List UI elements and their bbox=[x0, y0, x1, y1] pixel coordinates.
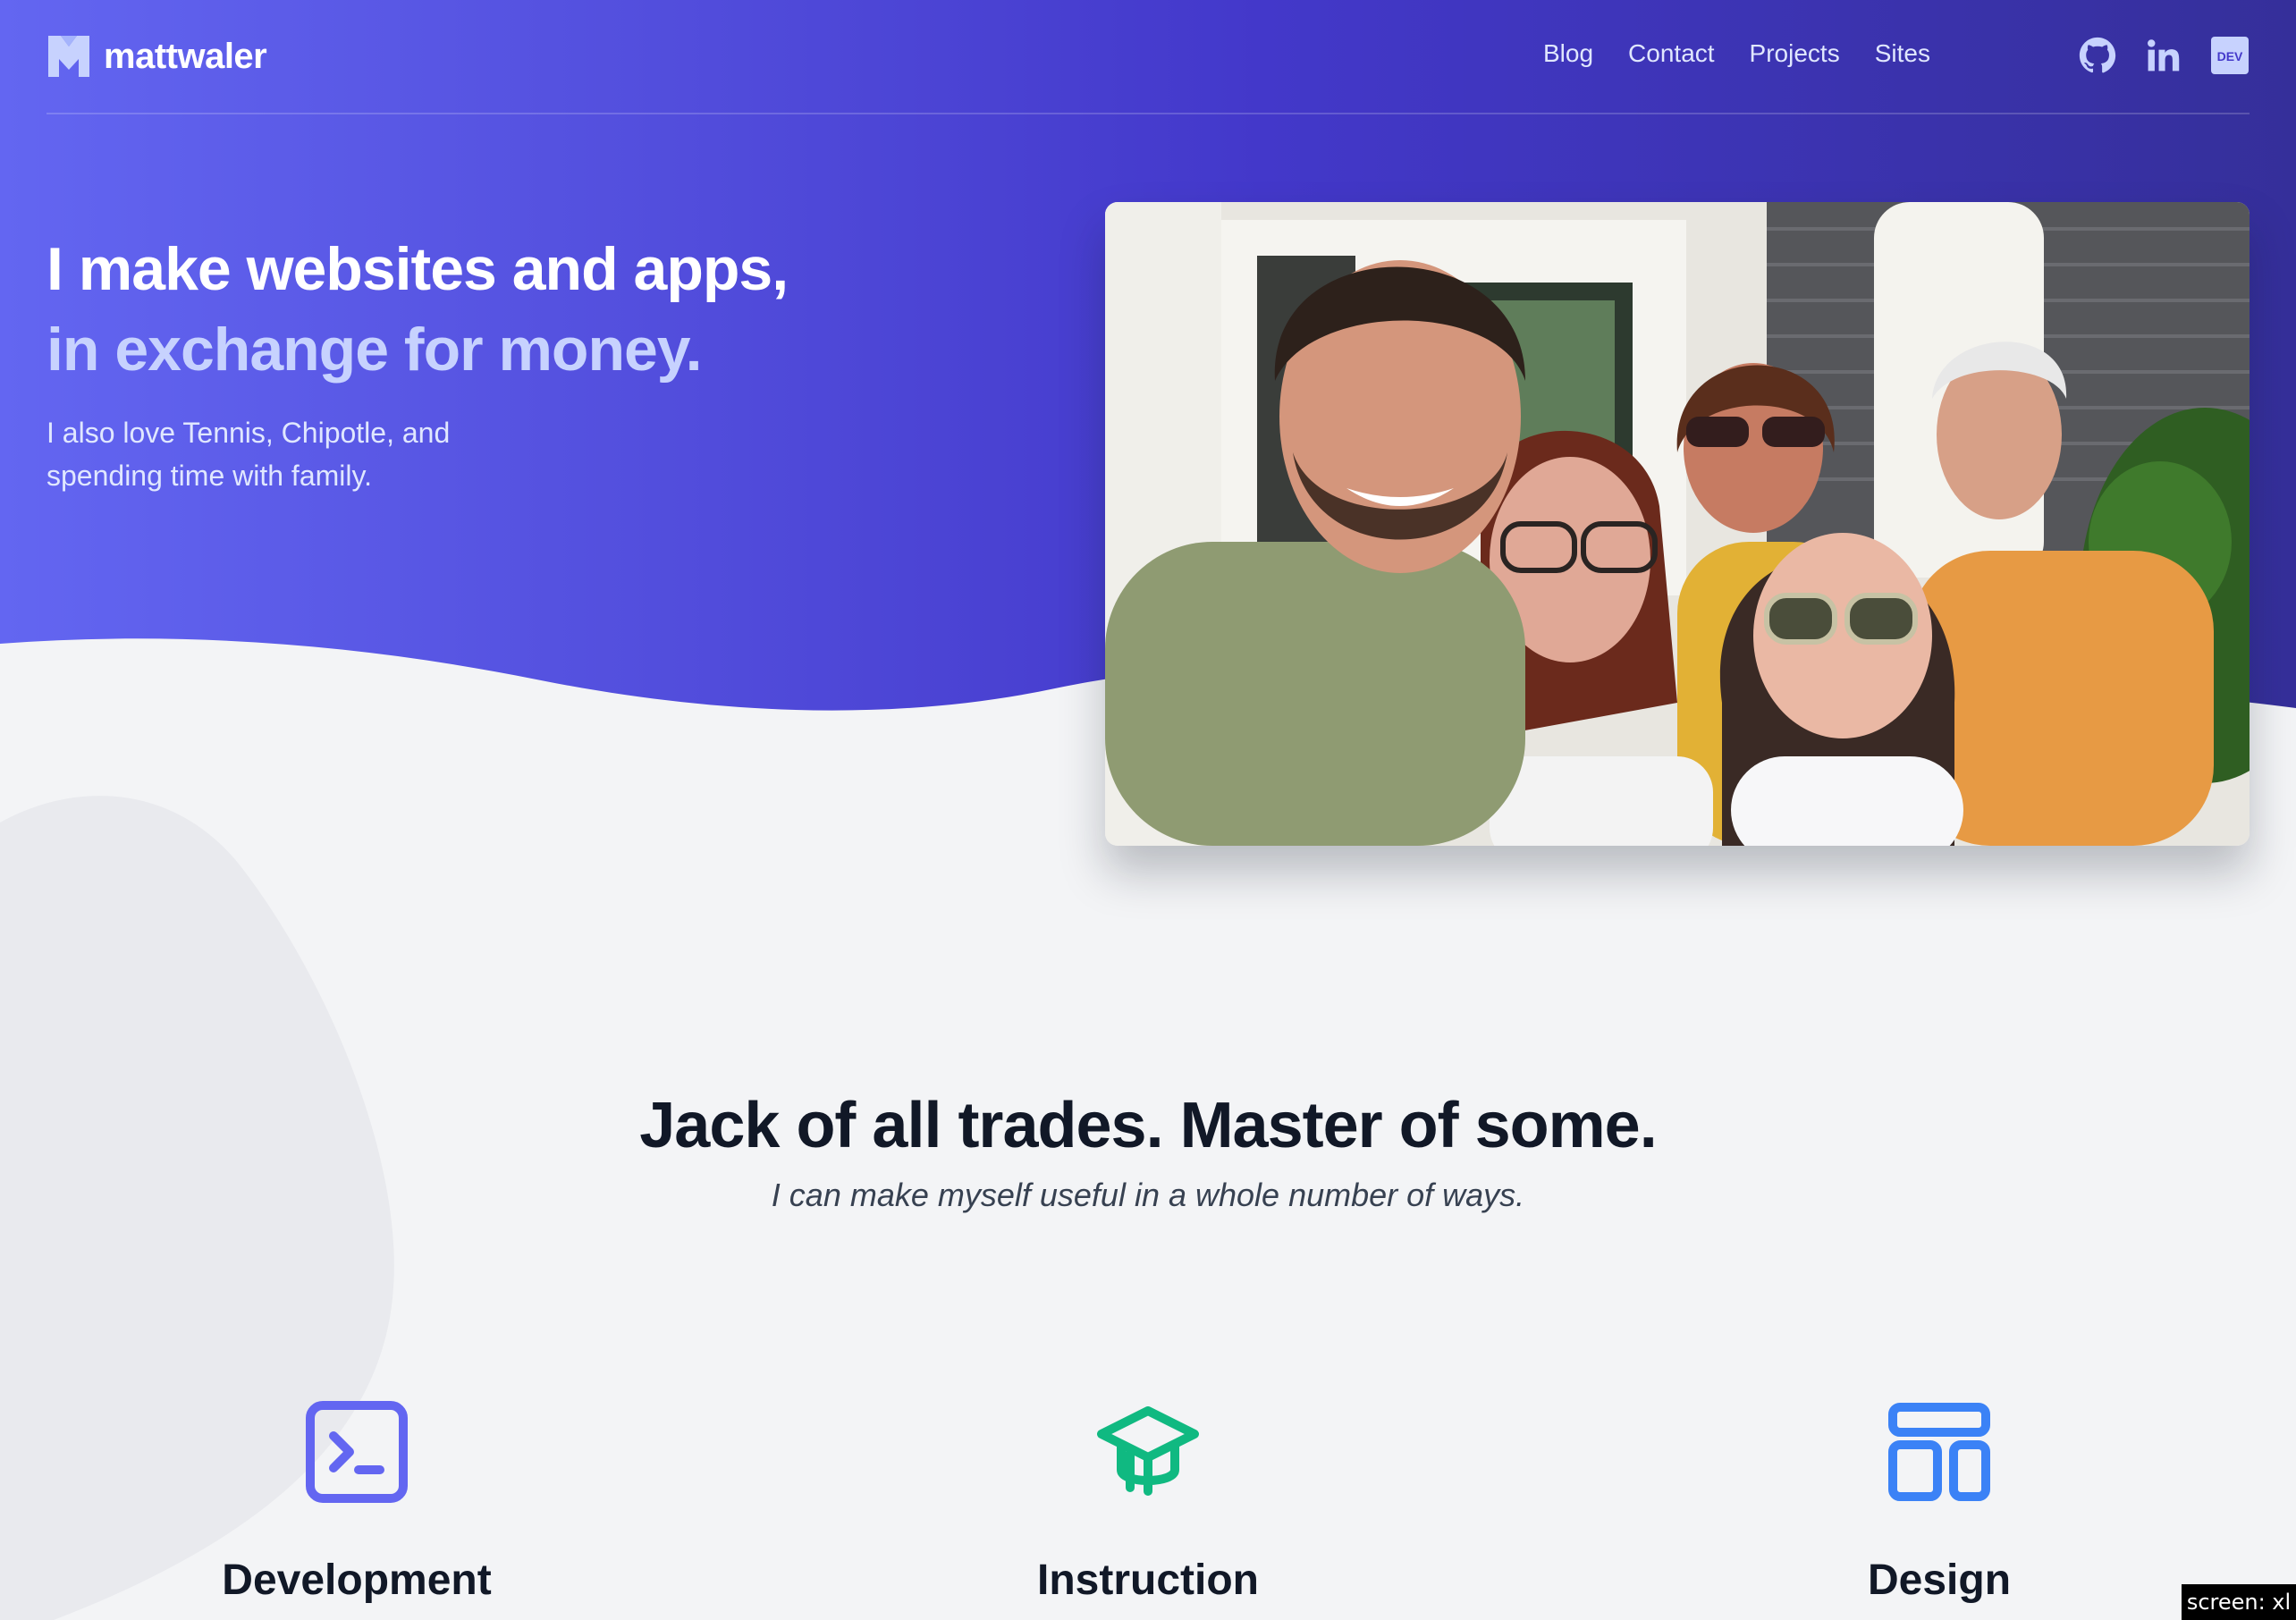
section-subtitle: I can make myself useful in a whole numb… bbox=[771, 1177, 1525, 1213]
screen-size-badge: screen: xl bbox=[2182, 1584, 2296, 1620]
feature-development: Development bbox=[89, 1398, 625, 1605]
family-photo-illustration bbox=[1105, 202, 2250, 846]
dev-link[interactable]: DEV bbox=[2210, 36, 2250, 75]
graduation-cap-icon bbox=[1097, 1406, 1199, 1496]
github-icon bbox=[2079, 37, 2116, 73]
dev-label: DEV bbox=[2217, 49, 2243, 63]
feature-design: Design bbox=[1671, 1398, 2207, 1605]
feature-instruction-title: Instruction bbox=[1037, 1557, 1259, 1604]
nav-link-blog[interactable]: Blog bbox=[1543, 39, 1593, 68]
section-title: Jack of all trades. Master of some. bbox=[639, 1090, 1657, 1161]
social-links: DEV bbox=[2078, 36, 2250, 75]
layout-icon bbox=[1888, 1403, 1990, 1501]
site-header: mattwaler Blog Contact Projects Sites DE… bbox=[46, 0, 2250, 114]
linkedin-icon bbox=[2148, 39, 2180, 72]
nav-link-sites[interactable]: Sites bbox=[1875, 39, 1930, 68]
logo-m-icon bbox=[48, 36, 89, 77]
family-photo bbox=[1105, 202, 2250, 846]
brand-name: mattwaler bbox=[104, 36, 267, 76]
hero-title: I make websites and apps, in exchange fo… bbox=[46, 229, 789, 390]
github-link[interactable] bbox=[2078, 36, 2117, 75]
nav-link-contact[interactable]: Contact bbox=[1628, 39, 1715, 68]
brand-logo-link[interactable]: mattwaler bbox=[46, 34, 267, 79]
feature-design-title: Design bbox=[1867, 1557, 2012, 1604]
feature-instruction: Instruction bbox=[880, 1398, 1416, 1605]
terminal-icon bbox=[306, 1401, 408, 1503]
hero-title-line2: in exchange for money. bbox=[46, 316, 702, 384]
dev-icon: DEV bbox=[2211, 37, 2249, 74]
linkedin-link[interactable] bbox=[2144, 36, 2183, 75]
main-nav: Blog Contact Projects Sites bbox=[1543, 39, 1930, 68]
hero-title-line1: I make websites and apps, bbox=[46, 235, 789, 303]
hero-subtitle: I also love Tennis, Chipotle, and spendi… bbox=[46, 417, 451, 492]
feature-development-title: Development bbox=[222, 1557, 492, 1604]
nav-link-projects[interactable]: Projects bbox=[1750, 39, 1840, 68]
